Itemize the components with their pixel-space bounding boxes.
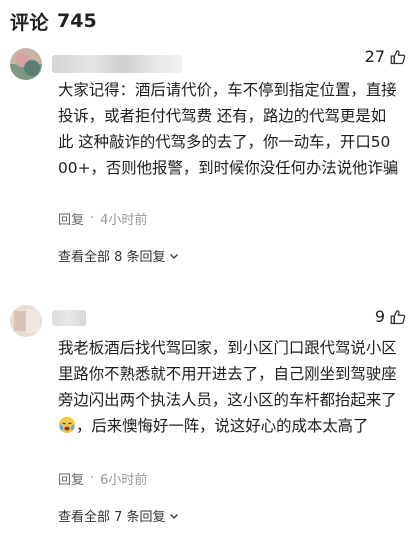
like-button[interactable]: 27 (365, 47, 407, 66)
thumbs-up-icon (390, 309, 406, 324)
view-replies-button[interactable]: 查看全部 8 条回复 (58, 246, 179, 265)
timestamp: 4小时前 (100, 213, 148, 228)
chevron-down-icon (169, 253, 178, 259)
avatar[interactable] (10, 305, 42, 337)
comments-count: 745 (57, 10, 97, 32)
view-replies-button[interactable]: 查看全部 7 条回复 (58, 506, 179, 525)
separator-dot: · (90, 211, 95, 226)
comment-meta: 回复 · 4小时前 (58, 209, 147, 228)
comment-text-part: ，后来懊悔好一阵，说这好心的成本太高了 (76, 417, 369, 435)
separator-dot: · (90, 471, 95, 486)
comment-meta: 回复 · 6小时前 (58, 469, 147, 488)
like-count: 27 (364, 47, 385, 66)
comment-text: 我老板酒后找代驾回家，到小区门口跟代驾说小区里路你不熟悉就不用开进去了，自己刚坐… (58, 335, 400, 439)
like-button[interactable]: 9 (375, 307, 407, 326)
reply-button[interactable]: 回复 (58, 469, 84, 488)
crying-face-emoji-icon (58, 416, 76, 434)
thumbs-up-icon (390, 49, 406, 64)
view-replies-label: 查看全部 8 条回复 (58, 250, 166, 265)
username-blurred[interactable] (52, 55, 182, 73)
comment-text-part: 我老板酒后找代驾回家，到小区门口跟代驾说小区里路你不熟悉就不用开进去了，自己刚坐… (58, 339, 397, 409)
comments-title: 评论 (10, 11, 50, 34)
comment-text: 大家记得：酒后请代价，车不停到指定位置，直接投诉，或者拒付代驾费 还有，路边的代… (58, 81, 399, 177)
username-blurred[interactable] (52, 310, 86, 326)
reply-button[interactable]: 回复 (58, 209, 84, 228)
comments-header: 评论 745 (10, 8, 97, 34)
avatar[interactable] (10, 48, 42, 80)
like-count: 9 (374, 307, 385, 326)
view-replies-label: 查看全部 7 条回复 (58, 510, 166, 525)
chevron-down-icon (169, 513, 178, 519)
timestamp: 6小时前 (100, 473, 148, 488)
